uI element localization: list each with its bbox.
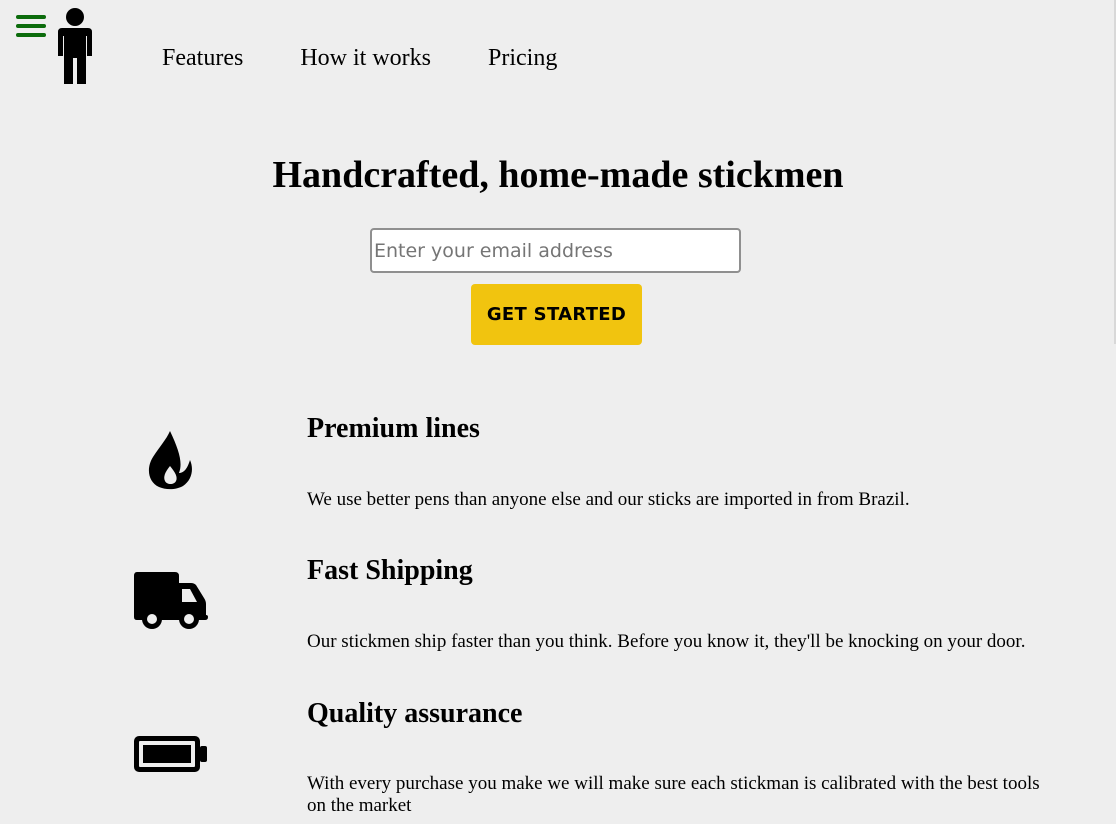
- nav-link-pricing[interactable]: Pricing: [488, 43, 557, 73]
- menu-bar: [16, 15, 46, 19]
- feature-description: We use better pens than anyone else and …: [307, 489, 910, 510]
- nav-link-how-it-works[interactable]: How it works: [300, 43, 431, 73]
- stickman-logo-icon[interactable]: [57, 6, 93, 86]
- menu-bar: [16, 24, 46, 28]
- battery-full-icon: [134, 736, 207, 772]
- nav-link-features[interactable]: Features: [162, 43, 243, 73]
- hero-title: Handcrafted, home-made stickmen: [272, 154, 844, 196]
- fire-icon: [148, 431, 192, 490]
- email-input[interactable]: [370, 228, 741, 273]
- feature-title: Premium lines: [307, 413, 480, 444]
- feature-description: With every purchase you make we will mak…: [307, 773, 1040, 816]
- hamburger-menu-icon[interactable]: [16, 15, 46, 41]
- feature-description: Our stickmen ship faster than you think.…: [307, 631, 1026, 652]
- landing-page: Features How it works Pricing Handcrafte…: [0, 0, 1116, 824]
- main-nav: Features How it works Pricing: [162, 43, 614, 73]
- truck-icon: [134, 572, 208, 629]
- feature-title: Quality assurance: [307, 698, 523, 729]
- feature-title: Fast Shipping: [307, 555, 473, 586]
- menu-bar: [16, 33, 46, 37]
- get-started-button[interactable]: GET STARTED: [471, 284, 642, 345]
